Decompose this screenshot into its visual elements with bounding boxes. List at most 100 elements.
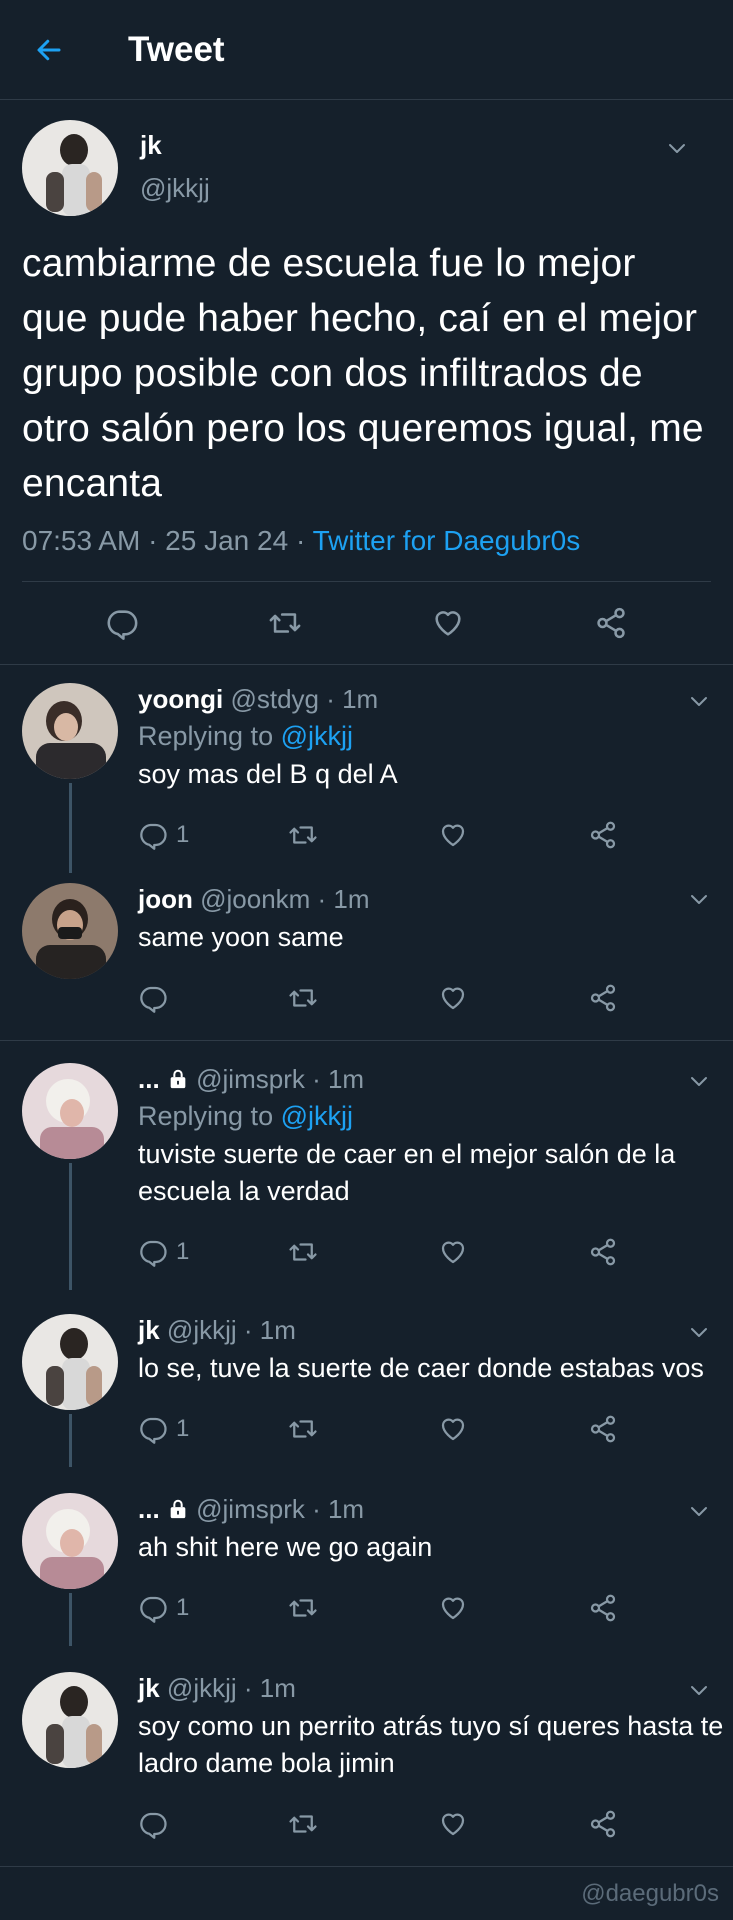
- display-name[interactable]: jk: [138, 1673, 160, 1703]
- like-button[interactable]: [438, 1593, 588, 1623]
- reply-button[interactable]: [138, 983, 288, 1013]
- user-handle: @jimsprk · 1m: [188, 1064, 365, 1094]
- chevron-down-icon[interactable]: [687, 689, 711, 713]
- share-icon: [588, 1414, 618, 1444]
- page-title: Tweet: [128, 29, 225, 69]
- retweet-button[interactable]: [288, 820, 438, 850]
- reply-item[interactable]: jk @jkkjj · 1m soy como un perrito atrás…: [0, 1628, 733, 1867]
- user-handle[interactable]: @jkkjj: [140, 173, 210, 204]
- reply-item[interactable]: joon @joonkm · 1m same yoon same: [0, 855, 733, 1041]
- reply-item[interactable]: yoongi @stdyg · 1m Replying to @jkkjj so…: [0, 665, 733, 873]
- replying-label: Replying to: [138, 721, 281, 751]
- tweet-source-link[interactable]: Twitter for Daegubr0s: [313, 525, 581, 556]
- lock-icon: [167, 1068, 189, 1090]
- like-icon[interactable]: [431, 606, 465, 640]
- reply-icon: [138, 1414, 168, 1444]
- user-handle: @jimsprk · 1m: [188, 1494, 365, 1524]
- avatar[interactable]: [22, 1063, 118, 1159]
- like-icon: [438, 1809, 468, 1839]
- tweet-meta: 07:53 AM · 25 Jan 24 · Twitter for Daegu…: [22, 525, 711, 582]
- chevron-down-icon[interactable]: [687, 1320, 711, 1344]
- reply-count: 1: [176, 1415, 190, 1442]
- retweet-icon: [288, 1414, 318, 1444]
- back-arrow-icon[interactable]: [34, 35, 64, 65]
- chevron-down-icon[interactable]: [687, 1499, 711, 1523]
- share-button[interactable]: [588, 983, 733, 1013]
- mention-link[interactable]: @jkkjj: [281, 1101, 353, 1131]
- reply-text: soy mas del B q del A: [138, 759, 398, 789]
- share-button[interactable]: [588, 1237, 733, 1267]
- reply-text: tuviste suerte de caer en el mejor salón…: [138, 1139, 676, 1206]
- avatar[interactable]: [22, 883, 118, 979]
- share-icon: [588, 1809, 618, 1839]
- reply-icon: [138, 1237, 168, 1267]
- watermark: @daegubr0s: [581, 1880, 719, 1907]
- display-name[interactable]: yoongi: [138, 684, 223, 714]
- replying-to: Replying to @jkkjj: [138, 721, 733, 752]
- retweet-button[interactable]: [288, 1237, 438, 1267]
- reply-icon[interactable]: [105, 606, 139, 640]
- avatar[interactable]: [22, 1314, 118, 1410]
- chevron-down-icon[interactable]: [687, 1678, 711, 1702]
- retweet-button[interactable]: [288, 1593, 438, 1623]
- retweet-button[interactable]: [288, 1414, 438, 1444]
- reply-button[interactable]: 1: [138, 820, 288, 850]
- replying-label: Replying to: [138, 1101, 281, 1131]
- display-name[interactable]: jk: [140, 130, 210, 161]
- user-handle: @jkkjj · 1m: [166, 1315, 296, 1345]
- like-icon: [438, 983, 468, 1013]
- avatar[interactable]: [22, 120, 118, 216]
- avatar[interactable]: [22, 1493, 118, 1589]
- retweet-icon: [288, 1237, 318, 1267]
- share-button[interactable]: [588, 1809, 733, 1839]
- tweet-actions: [0, 582, 733, 665]
- like-button[interactable]: [438, 820, 588, 850]
- like-icon: [438, 820, 468, 850]
- reply-count: 1: [176, 821, 190, 848]
- reply-button[interactable]: 1: [138, 1593, 288, 1623]
- display-name[interactable]: ...: [138, 1064, 160, 1094]
- like-button[interactable]: [438, 1414, 588, 1444]
- retweet-button[interactable]: [288, 983, 438, 1013]
- reply-icon: [138, 983, 168, 1013]
- like-button[interactable]: [438, 983, 588, 1013]
- retweet-icon: [288, 1593, 318, 1623]
- reply-item[interactable]: ... @jimsprk · 1m ah shit here we go aga…: [0, 1449, 733, 1646]
- avatar[interactable]: [22, 1672, 118, 1768]
- avatar[interactable]: [22, 683, 118, 779]
- reply-text: lo se, tuve la suerte de caer donde esta…: [138, 1353, 704, 1383]
- chevron-down-icon[interactable]: [687, 887, 711, 911]
- like-button[interactable]: [438, 1809, 588, 1839]
- reply-count: 1: [176, 1238, 190, 1265]
- retweet-icon: [288, 983, 318, 1013]
- like-icon: [438, 1593, 468, 1623]
- share-icon: [588, 1237, 618, 1267]
- reply-button[interactable]: [138, 1809, 288, 1839]
- retweet-button[interactable]: [288, 1809, 438, 1839]
- replying-to: Replying to @jkkjj: [138, 1101, 733, 1132]
- reply-button[interactable]: 1: [138, 1237, 288, 1267]
- share-button[interactable]: [588, 1593, 733, 1623]
- display-name[interactable]: jk: [138, 1315, 160, 1345]
- reply-item[interactable]: jk @jkkjj · 1m lo se, tuve la suerte de …: [0, 1272, 733, 1467]
- reply-count: 1: [176, 1594, 190, 1621]
- share-icon: [588, 820, 618, 850]
- reply-icon: [138, 1809, 168, 1839]
- display-name[interactable]: joon: [138, 884, 193, 914]
- chevron-down-icon[interactable]: [665, 136, 689, 160]
- reply-button[interactable]: 1: [138, 1414, 288, 1444]
- reply-text: soy como un perrito atrás tuyo sí queres…: [138, 1711, 724, 1778]
- reply-item[interactable]: ... @jimsprk · 1m Replying to @jkkjj tuv…: [0, 1041, 733, 1290]
- chevron-down-icon[interactable]: [687, 1069, 711, 1093]
- share-icon[interactable]: [594, 606, 628, 640]
- like-icon: [438, 1414, 468, 1444]
- retweet-icon: [288, 1809, 318, 1839]
- like-button[interactable]: [438, 1237, 588, 1267]
- display-name[interactable]: ...: [138, 1494, 160, 1524]
- retweet-icon[interactable]: [268, 606, 302, 640]
- share-button[interactable]: [588, 1414, 733, 1444]
- timestamp: 07:53 AM · 25 Jan 24 ·: [22, 525, 313, 556]
- mention-link[interactable]: @jkkjj: [281, 721, 353, 751]
- share-button[interactable]: [588, 820, 733, 850]
- user-handle: @jkkjj · 1m: [166, 1673, 296, 1703]
